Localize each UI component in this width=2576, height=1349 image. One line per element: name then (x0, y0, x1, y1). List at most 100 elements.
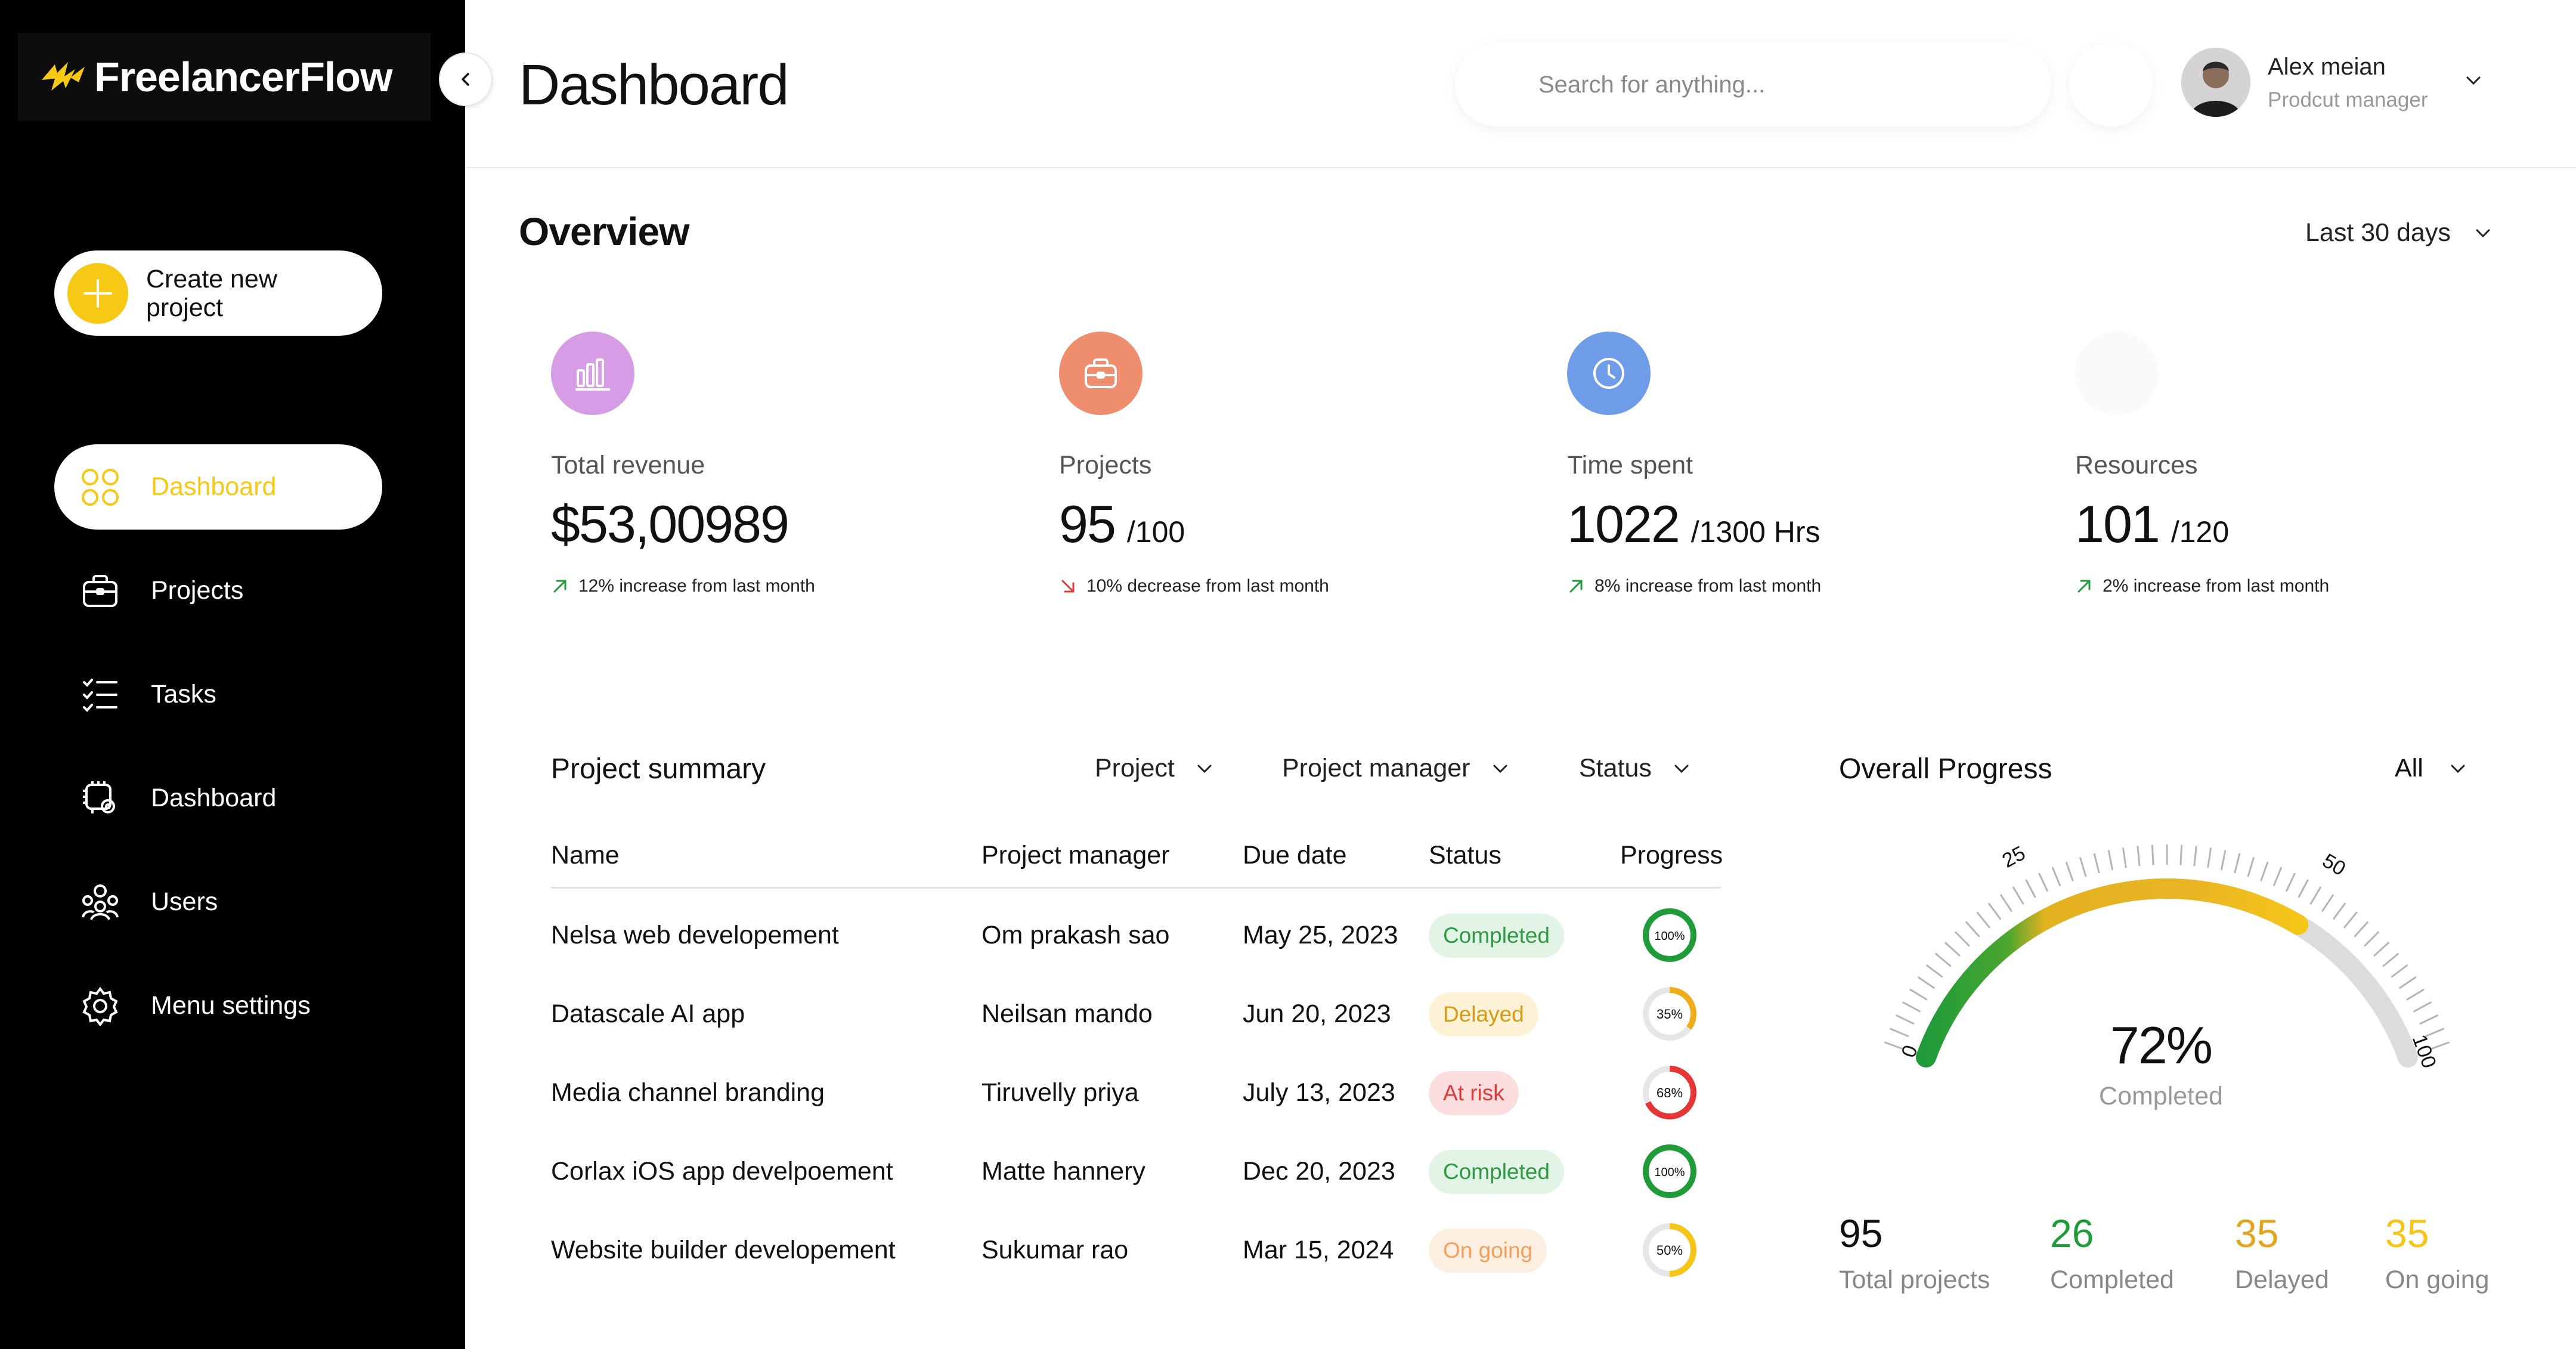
gauge-tick (2179, 844, 2183, 865)
progress-gauge: 0 25 50 100 (1884, 841, 2450, 1071)
overview-title: Overview (519, 209, 690, 253)
cell-due-date: Jun 20, 2023 (1243, 1000, 1391, 1028)
notification-button[interactable] (2069, 43, 2153, 126)
gauge-tick (2107, 850, 2114, 871)
stat-trend: 2% increase from last month (2075, 576, 2329, 596)
column-header-name[interactable]: Name (551, 841, 620, 870)
stat-label: Projects (1059, 451, 1152, 479)
filter-label: Project (1095, 754, 1175, 782)
stat-value: 1022/1300 Hrs (1567, 494, 1820, 555)
gauge-tick (1895, 1014, 1915, 1025)
gauge-tick (2025, 879, 2036, 898)
overall-progress-title: Overall Progress (1839, 753, 2052, 785)
stat-trend: 8% increase from last month (1567, 576, 1821, 596)
gauge-tick (1889, 1028, 1909, 1038)
completed-label: Completed (2050, 1266, 2174, 1294)
sidebar-item-dashboard[interactable]: Dashboard (54, 444, 382, 530)
gauge-scale-label: 25 (1999, 841, 2029, 872)
gauge-tick (1976, 911, 1991, 929)
date-range-select[interactable]: Last 30 days (2305, 218, 2494, 247)
gauge-tick (2321, 894, 2334, 912)
chevron-down-icon[interactable] (2462, 72, 2485, 89)
cell-project-name[interactable]: Datascale AI app (551, 1000, 745, 1029)
stat-value: $53,00989 (551, 494, 789, 555)
gauge-tick (1917, 976, 1936, 989)
cell-project-name[interactable]: Media channel branding (551, 1078, 825, 1107)
sidebar-item-tasks[interactable]: Tasks (54, 652, 382, 737)
column-header-due-date[interactable]: Due date (1243, 841, 1347, 870)
sidebar-item-label: Dashboard (151, 784, 277, 812)
gauge-scale-label: 0 (1897, 1042, 1922, 1061)
chevron-down-icon (1493, 765, 1507, 773)
gauge-tick (2051, 867, 2061, 887)
gauge-tick (1934, 952, 1952, 967)
checklist-icon (83, 678, 117, 712)
filter-project-manager[interactable]: Project manager (1282, 754, 1511, 783)
chevron-down-icon (2451, 765, 2465, 773)
progress-ring: 35% (1643, 987, 1696, 1041)
gauge-tick (2247, 857, 2255, 877)
project-summary-title: Project summary (551, 753, 766, 785)
column-header-manager[interactable]: Project manager (982, 841, 1170, 870)
chevron-down-icon (1674, 765, 1689, 773)
stat-trend-text: 8% increase from last month (1594, 576, 1822, 596)
create-project-button[interactable]: Create new project (54, 250, 382, 336)
sidebar-item-menu-settings[interactable]: Menu settings (54, 963, 382, 1048)
sidebar-item-label: Dashboard (151, 472, 277, 501)
gauge-tick (1999, 894, 2013, 912)
briefcase-icon (83, 574, 117, 607)
stat-label: Resources (2075, 451, 2198, 479)
sidebar-item-projects[interactable]: Projects (54, 548, 382, 633)
gauge-percent-label: Completed (2099, 1082, 2223, 1110)
sidebar-item-dashboard-2[interactable]: Dashboard (54, 756, 382, 841)
gauge-tick (2332, 902, 2346, 920)
briefcase-icon (1059, 332, 1143, 415)
status-badge: Delayed (1429, 992, 1538, 1036)
cell-project-name[interactable]: Nelsa web developement (551, 921, 839, 950)
progress-ring-label: 68% (1657, 1085, 1683, 1100)
gauge-tick (2122, 847, 2127, 868)
gauge-tick (2012, 886, 2024, 905)
app-logo[interactable]: FreelancerFlow (18, 33, 431, 121)
gauge-tick (1944, 942, 1961, 957)
gauge-tick (1902, 1001, 1921, 1013)
gauge-tick (2285, 872, 2296, 892)
cell-project-name[interactable]: Website builder developement (551, 1236, 896, 1265)
search-bar[interactable] (1455, 43, 2051, 126)
filter-status[interactable]: Status (1579, 754, 1692, 783)
cell-project-manager: Neilsan mando (982, 1000, 1153, 1028)
collapse-sidebar-button[interactable] (439, 52, 493, 106)
gauge-tick (1965, 921, 1980, 938)
delayed-label: Delayed (2235, 1266, 2329, 1294)
gauge-tick (2419, 1014, 2439, 1025)
column-header-status[interactable]: Status (1429, 841, 1501, 870)
filter-label: Project manager (1282, 754, 1470, 782)
stat-value-sub: /100 (1126, 515, 1185, 549)
gear-chip-icon (83, 781, 115, 813)
gauge-percent: 72% (2110, 1016, 2213, 1075)
stat-trend: 10% decrease from last month (1059, 576, 1329, 596)
avatar[interactable] (2181, 48, 2250, 117)
filter-project[interactable]: Project (1095, 754, 1215, 783)
status-badge: At risk (1429, 1071, 1519, 1115)
users-icon (82, 884, 119, 920)
user-name: Alex meian (2268, 54, 2386, 80)
gauge-tick (2193, 846, 2197, 867)
gauge-tick (2364, 931, 2380, 947)
progress-ring: 68% (1643, 1066, 1696, 1119)
gauge-tick (1987, 902, 2002, 920)
header-divider (465, 167, 2576, 168)
stat-value: 95/100 (1059, 494, 1185, 555)
column-header-progress[interactable]: Progress (1620, 841, 1723, 870)
stat-trend: 12% increase from last month (551, 576, 815, 596)
overall-progress-filter[interactable]: All (2395, 754, 2469, 783)
stat-label: Time spent (1567, 451, 1693, 479)
cell-due-date: May 25, 2023 (1243, 921, 1398, 949)
search-input[interactable] (1538, 71, 2015, 98)
stat-trend-text: 10% decrease from last month (1086, 576, 1329, 596)
arrow-up-right-icon (2077, 580, 2091, 593)
sidebar-item-users[interactable]: Users (54, 859, 382, 945)
arrow-up-right-icon (1569, 580, 1583, 593)
cell-project-name[interactable]: Corlax iOS app develpoement (551, 1157, 893, 1186)
gauge-tick (2079, 857, 2087, 877)
